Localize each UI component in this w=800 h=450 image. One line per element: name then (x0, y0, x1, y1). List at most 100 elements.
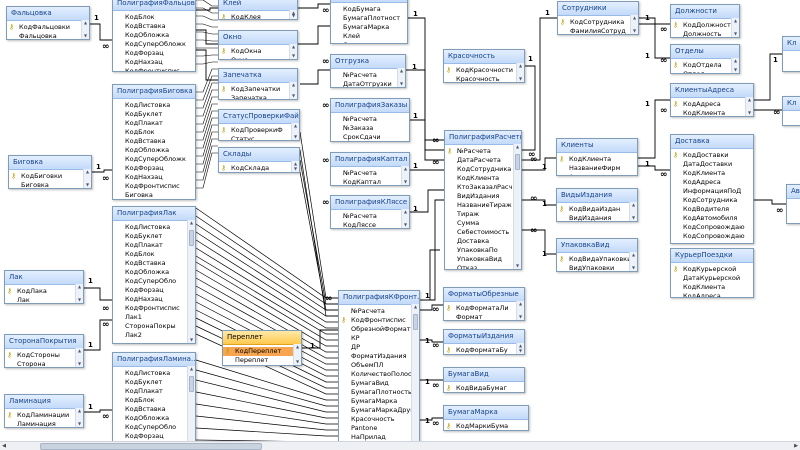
scroll-up-arrow-icon[interactable]: ▲ (517, 301, 524, 307)
table-field[interactable] (783, 53, 800, 62)
table-field[interactable]: КтоЗаказалРасч (445, 183, 521, 192)
table-field[interactable]: КодБлок (113, 250, 195, 259)
table-title[interactable]: БумагаВид (444, 368, 524, 382)
scroll-up-arrow-icon[interactable]: ▲ (514, 144, 521, 150)
table-field[interactable]: КодКлиента (445, 174, 521, 183)
scrollbar-thumb[interactable] (413, 314, 418, 330)
table-field[interactable]: КодАдреса (671, 178, 753, 187)
scroll-up-arrow-icon[interactable]: ▲ (294, 344, 301, 350)
table-storona-pokrytiya[interactable]: СторонаПокрытия ⚷ КодСтороны Сторона ▲ ▼ (4, 334, 84, 368)
table-title[interactable]: Кл (783, 37, 800, 51)
primary-key-field[interactable]: ⚷ КодДолжности (671, 21, 739, 30)
table-field-list[interactable]: ⚷ КодБиговки Биговка (9, 170, 91, 188)
table-scrollbar[interactable]: ▲▼ (81, 20, 89, 39)
table-title[interactable]: ПолиграфияЛамина... (113, 353, 195, 367)
table-formaty-obreznye[interactable]: ФорматыОбрезные ⚷ КодФорматаЛи Формат ▲ ▼ (443, 287, 525, 321)
scroll-down-arrow-icon[interactable]: ▼ (631, 28, 638, 34)
scroll-up-arrow-icon[interactable]: ▲ (402, 209, 409, 215)
table-poligrafiya-zakazy[interactable]: ПолиграфияЗаказы №Расчета №Заказа СрокСдачи (330, 98, 410, 142)
table-scrollbar[interactable]: ▲▼ (291, 123, 299, 140)
table-field[interactable]: ОбъемПЛ (339, 361, 419, 370)
table-title[interactable]: ПолиграфияКаптал (331, 153, 409, 167)
table-field-list[interactable]: №Расчета ДатаОтгрузки (331, 69, 405, 87)
primary-key-field[interactable]: ⚷ №Расчета (445, 147, 521, 156)
table-field-list[interactable]: №Расчета КодЛяссе (331, 210, 409, 228)
table-title[interactable]: Красочность (444, 50, 524, 64)
primary-key-field[interactable]: ⚷ КодАдреса (671, 100, 753, 109)
table-scrollbar[interactable]: ▲▼ (293, 344, 301, 365)
table-field[interactable]: ДР (339, 343, 419, 352)
table-field-list[interactable]: ⚷ КодФорматаБу (444, 344, 524, 354)
scroll-down-arrow-icon[interactable]: ▼ (514, 263, 521, 269)
table-title[interactable]: Запечатка (219, 69, 297, 83)
relationship-line[interactable] (196, 138, 218, 173)
table-title[interactable]: Отделы (671, 45, 739, 59)
table-field[interactable]: Формат (444, 313, 524, 320)
table-title[interactable]: ВидыИздания (557, 189, 637, 203)
table-field-list[interactable]: ⚷ КодОкна Окно (219, 45, 297, 59)
table-field[interactable]: Красочность (339, 415, 419, 424)
table-poligrafiya-falcovka[interactable]: ПолиграфияФальцовка КодБлок КодВставка КодО… (112, 0, 196, 72)
table-field[interactable]: КодФорзац (113, 286, 195, 295)
relationship-line[interactable] (84, 287, 112, 301)
table-field-list[interactable]: ⚷ КодМаркиБума (444, 420, 528, 430)
scroll-down-arrow-icon[interactable]: ▼ (188, 337, 195, 343)
table-scrollbar[interactable]: ▲▼ (731, 18, 739, 37)
scroll-down-arrow-icon[interactable]: ▼ (517, 76, 524, 82)
table-dolzhnosti[interactable]: Должности ⚷ КодДолжности Должность ▲ ▼ (670, 4, 740, 38)
table-field[interactable]: ДатаКурьерской (671, 274, 753, 283)
relationship-line[interactable] (195, 391, 338, 419)
table-field[interactable]: КодСуперОбложк (113, 155, 195, 164)
scroll-down-arrow-icon[interactable]: ▼ (82, 33, 89, 39)
table-title[interactable]: БумагаМарка (444, 406, 528, 420)
table-field-list[interactable]: ⚷ КодЗапечатки Запечатка (219, 83, 297, 99)
table-scrollbar[interactable]: ▲▼ (513, 144, 521, 269)
scroll-down-arrow-icon[interactable]: ▼ (290, 93, 297, 99)
table-field-list[interactable]: №Расчета №Заказа СрокСдачи (331, 113, 409, 141)
table-field-list[interactable]: ⚷КодКлеяКлей (219, 11, 297, 19)
table-field[interactable]: Отказ (445, 264, 521, 269)
table-scrollbar[interactable]: ▲▼ (401, 166, 409, 185)
table-field[interactable]: УпаковкаПо (445, 246, 521, 255)
table-field[interactable]: Статус (219, 135, 299, 140)
scroll-up-arrow-icon[interactable]: ▲ (630, 252, 637, 258)
table-field-list[interactable]: ⚷ КодДолжности Должность (671, 19, 739, 37)
relationship-line[interactable] (196, 49, 218, 81)
table-field[interactable]: БумагаПлотност (331, 14, 407, 23)
table-field[interactable]: Лак2 (113, 331, 195, 340)
table-title[interactable]: Ламинация (5, 395, 83, 409)
table-title[interactable]: Клиенты (557, 139, 637, 153)
relationship-line[interactable] (302, 329, 338, 349)
table-title[interactable]: Доставка (671, 135, 753, 149)
primary-key-field[interactable]: ⚷ КодФорматаБу (444, 346, 524, 354)
scroll-up-arrow-icon[interactable]: ▲ (732, 18, 739, 24)
relationship-line[interactable] (196, 0, 218, 7)
scroll-down-arrow-icon[interactable]: ▼ (402, 179, 409, 185)
table-dostavka[interactable]: Доставка ⚷ КодДоставки ДатаДоставки КодКлиен… (670, 134, 754, 244)
table-field[interactable]: КодБуклет (113, 232, 195, 241)
relationship-line[interactable] (195, 359, 338, 401)
table-offscreen-right-3[interactable]: Авт (786, 184, 800, 224)
scroll-down-arrow-icon[interactable]: ▼ (292, 166, 299, 172)
table-field[interactable]: КодЛяссе (331, 221, 409, 228)
primary-key-field[interactable]: ⚷ КодВидаБумаг (444, 384, 524, 392)
table-poligrafiya-laminaciya[interactable]: ПолиграфияЛамина... КодЛистовка КодБуклет К… (112, 352, 196, 450)
table-field[interactable]: КодБуклет (113, 110, 195, 119)
table-field[interactable]: КодСуперОбло (113, 277, 195, 286)
table-field[interactable]: КодБлок (113, 128, 195, 137)
primary-key-field[interactable]: ⚷ КодЛака (5, 287, 83, 296)
primary-key-field[interactable]: ⚷ КодФальцовки (7, 23, 89, 32)
table-field-list[interactable]: ⚷ КодЛаминации Ламинация (5, 409, 83, 427)
table-field[interactable]: №Расчета (331, 169, 409, 178)
table-field[interactable]: БумагаПлотность (339, 388, 419, 397)
primary-key-field[interactable]: ⚷ КодПроверкиФ (219, 126, 299, 135)
table-field[interactable]: КодФронтиспис (113, 182, 195, 191)
table-field[interactable]: КодБлок (113, 13, 195, 22)
scroll-down-arrow-icon[interactable]: ▼ (76, 361, 83, 367)
table-title[interactable]: ПолиграфияКЛяссе (331, 196, 409, 210)
table-scrollbar[interactable]: ▲▼ (745, 97, 753, 116)
table-title[interactable]: Переплет (223, 331, 301, 345)
table-field[interactable]: НазваниеФирм (557, 164, 637, 173)
table-field[interactable]: ИнформацияПоД (671, 187, 753, 196)
table-field[interactable]: БумагаВид (339, 379, 419, 388)
